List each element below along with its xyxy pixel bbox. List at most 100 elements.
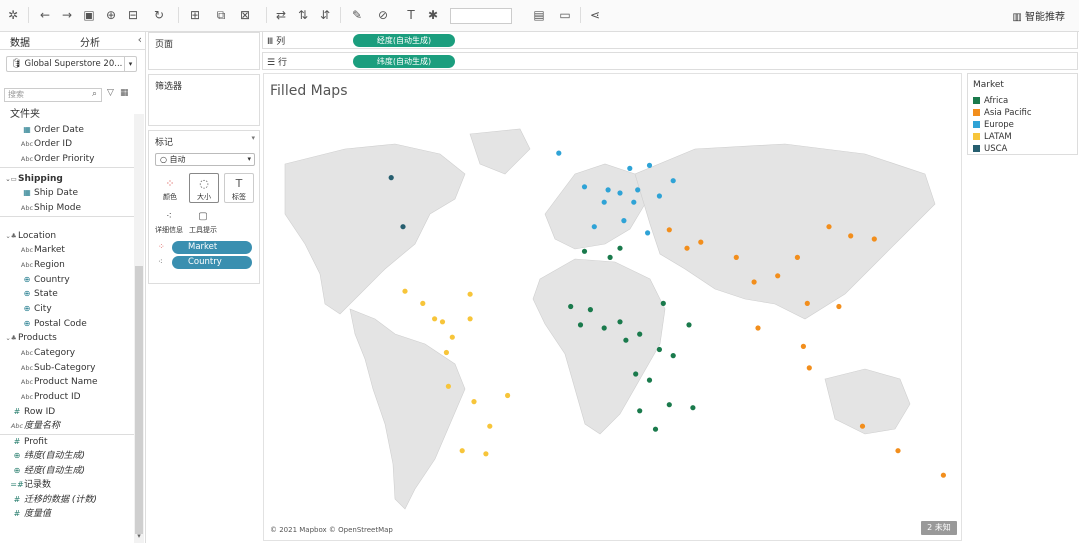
sort-desc-icon[interactable]: ⇵ bbox=[316, 6, 334, 24]
map-point-latam[interactable] bbox=[445, 383, 451, 389]
map-point-europe[interactable] bbox=[605, 187, 611, 193]
search-input[interactable]: 搜索 bbox=[4, 88, 102, 102]
columns-shelf[interactable]: Ⅲ 列 经度(自动生成) bbox=[262, 31, 1078, 49]
map-point-africa[interactable] bbox=[690, 405, 696, 411]
filter-icon[interactable]: ▽ bbox=[107, 88, 114, 98]
map-point-africa[interactable] bbox=[617, 319, 623, 325]
map-point-usca[interactable] bbox=[400, 224, 406, 230]
map-point-africa[interactable] bbox=[617, 245, 623, 251]
map-point-europe[interactable] bbox=[646, 162, 653, 168]
field-category[interactable]: AbcCategory bbox=[20, 346, 75, 360]
swap-icon[interactable]: ⇄ bbox=[272, 6, 290, 24]
map-point-europe[interactable] bbox=[635, 187, 641, 193]
map-point-latam[interactable] bbox=[459, 448, 465, 454]
field-city[interactable]: ⊕ City bbox=[20, 302, 52, 316]
map-point-africa[interactable] bbox=[601, 325, 607, 331]
market-pill[interactable]: Market bbox=[172, 241, 252, 254]
field-market[interactable]: AbcMarket bbox=[20, 243, 65, 257]
field-order-id[interactable]: AbcOrder ID bbox=[20, 137, 72, 151]
marks-menu-icon[interactable]: ▾ bbox=[251, 134, 255, 142]
measure-record-count[interactable]: =#记录数 bbox=[10, 478, 51, 492]
map-point-europe[interactable] bbox=[627, 165, 633, 171]
map-point-africa[interactable] bbox=[666, 402, 672, 408]
smart-recommend-button[interactable]: ▥ 智能推荐 bbox=[1012, 8, 1065, 23]
map-point-europe[interactable] bbox=[656, 193, 662, 199]
search-icon[interactable]: ⌕ bbox=[92, 89, 97, 99]
map-point-asia-pacific[interactable] bbox=[684, 245, 690, 251]
map-point-asia-pacific[interactable] bbox=[895, 448, 901, 454]
label-button[interactable]: T 标签 bbox=[224, 173, 254, 203]
tableau-logo-icon[interactable]: ✲ bbox=[4, 6, 22, 24]
map-point-asia-pacific[interactable] bbox=[733, 254, 739, 260]
field-list-scrollbar[interactable]: ▾ bbox=[134, 114, 144, 543]
field-row-id[interactable]: # Row ID bbox=[10, 405, 56, 419]
detail-button[interactable]: ⁖ 详细信息 bbox=[153, 209, 185, 237]
clear-icon[interactable]: ⊠ bbox=[236, 6, 254, 24]
size-button[interactable]: ◌ 大小 bbox=[189, 173, 219, 203]
map-point-europe[interactable] bbox=[617, 190, 623, 196]
map-point-africa[interactable] bbox=[646, 377, 653, 383]
pages-card[interactable]: 页面 bbox=[148, 32, 260, 70]
measure-migrated-count[interactable]: # 迁移的数据 (计数) bbox=[10, 493, 97, 507]
map-point-latam[interactable] bbox=[420, 300, 426, 306]
map-point-europe[interactable] bbox=[670, 178, 676, 184]
measure-profit[interactable]: # Profit bbox=[10, 435, 48, 449]
map-point-africa[interactable] bbox=[587, 307, 593, 313]
map-point-europe[interactable] bbox=[591, 224, 597, 230]
map-point-asia-pacific[interactable] bbox=[871, 236, 877, 242]
map-point-asia-pacific[interactable] bbox=[755, 325, 761, 331]
map-point-africa[interactable] bbox=[660, 300, 666, 306]
map-point-asia-pacific[interactable] bbox=[826, 224, 832, 230]
field-order-date[interactable]: ▦ Order Date bbox=[20, 123, 84, 137]
fit-dropdown[interactable] bbox=[450, 8, 512, 24]
highlight-icon[interactable]: ✎ bbox=[348, 6, 366, 24]
field-product-id[interactable]: AbcProduct ID bbox=[20, 390, 81, 404]
field-ship-mode[interactable]: AbcShip Mode bbox=[20, 201, 81, 215]
share-icon[interactable]: ⋖ bbox=[586, 6, 604, 24]
tooltip-button[interactable]: ▢ 工具提示 bbox=[187, 209, 219, 237]
save-icon[interactable]: ▣ bbox=[80, 6, 98, 24]
collapse-panel-icon[interactable]: ‹ bbox=[138, 33, 142, 46]
map-point-latam[interactable] bbox=[449, 334, 455, 340]
map-point-africa[interactable] bbox=[637, 408, 643, 414]
map-point-asia-pacific[interactable] bbox=[751, 279, 757, 285]
map-point-africa[interactable] bbox=[623, 337, 629, 343]
map-point-europe[interactable] bbox=[601, 199, 607, 205]
map-point-africa[interactable] bbox=[637, 331, 643, 337]
map-point-latam[interactable] bbox=[439, 319, 446, 325]
map-point-asia-pacific[interactable] bbox=[666, 227, 672, 233]
filters-card[interactable]: 筛选器 bbox=[148, 74, 260, 126]
map-point-latam[interactable] bbox=[471, 399, 477, 405]
scrollbar-thumb[interactable] bbox=[135, 266, 143, 534]
refresh-icon[interactable]: ↻ bbox=[150, 6, 168, 24]
measure-longitude[interactable]: ⊕ 经度(自动生成) bbox=[10, 464, 85, 478]
field-measure-names[interactable]: Abc度量名称 bbox=[10, 419, 60, 433]
map-point-europe[interactable] bbox=[556, 150, 562, 156]
unknown-indicator[interactable]: 2 未知 bbox=[921, 521, 957, 535]
map-point-latam[interactable] bbox=[483, 451, 489, 457]
map-point-asia-pacific[interactable] bbox=[800, 343, 807, 349]
map-point-asia-pacific[interactable] bbox=[859, 423, 866, 429]
map-point-asia-pacific[interactable] bbox=[794, 254, 801, 260]
map-point-latam[interactable] bbox=[443, 349, 449, 356]
label-icon[interactable]: T bbox=[402, 6, 420, 24]
map-point-africa[interactable] bbox=[686, 322, 692, 328]
map-point-latam[interactable] bbox=[487, 423, 493, 429]
new-datasource-icon[interactable]: ⊕ bbox=[102, 6, 120, 24]
map-point-africa[interactable] bbox=[670, 353, 676, 359]
map-point-africa[interactable] bbox=[633, 371, 639, 377]
datasource-select[interactable]: 🛢 Global Superstore 20... ▾ bbox=[6, 56, 137, 72]
map-attribution[interactable]: © 2021 Mapbox © OpenStreetMap bbox=[270, 526, 393, 534]
legend-item-europe[interactable]: Europe bbox=[973, 120, 1014, 130]
field-ship-date[interactable]: ▦ Ship Date bbox=[20, 186, 78, 200]
world-map[interactable] bbox=[265, 104, 961, 540]
map-point-latam[interactable] bbox=[505, 392, 511, 399]
map-point-europe[interactable] bbox=[631, 199, 637, 205]
map-point-asia-pacific[interactable] bbox=[848, 233, 854, 239]
map-point-asia-pacific[interactable] bbox=[806, 365, 812, 371]
rows-shelf[interactable]: ☰ 行 纬度(自动生成) bbox=[262, 52, 1078, 70]
map-point-africa[interactable] bbox=[607, 254, 613, 260]
measure-values[interactable]: # 度量值 bbox=[10, 507, 51, 521]
duplicate-icon[interactable]: ⧉ bbox=[212, 6, 230, 24]
legend-item-latam[interactable]: LATAM bbox=[973, 132, 1012, 142]
